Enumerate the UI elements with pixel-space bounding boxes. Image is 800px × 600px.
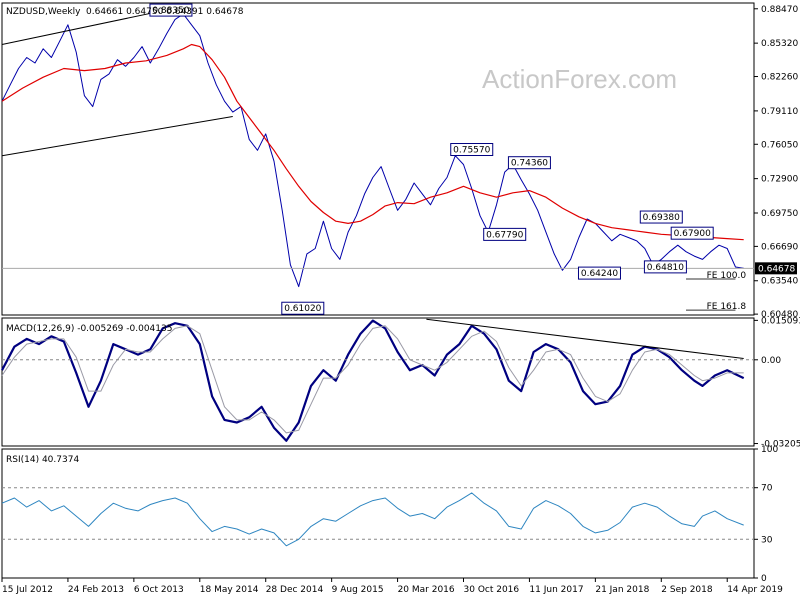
price-annotation-label: 0.67900: [674, 229, 711, 239]
price-ytick-label: 0.69750: [761, 209, 798, 219]
price-current-label: 0.64678: [758, 264, 795, 274]
x-tick-label: 2 Sep 2018: [661, 585, 713, 595]
price-title: NZDUSD,Weekly: [6, 7, 81, 17]
rsi-ytick-label: 30: [761, 535, 773, 545]
price-annotation-label: 0.74360: [511, 159, 548, 169]
rsi-frame: [1, 448, 755, 579]
x-axis: 15 Jul 2012 24 Feb 2013 6 Oct 2013 18 May 2…: [1, 578, 783, 595]
price-ytick-label: 0.79110: [761, 107, 798, 117]
macd-series-1: [1, 325, 744, 434]
x-tick-label: 14 Apr 2019: [727, 585, 783, 595]
x-tick-label: 21 Jan 2018: [595, 585, 649, 595]
macd-title: MACD(12,26,9) -0.005269 -0.004135: [6, 324, 172, 334]
fe-label: FE 100.0: [707, 271, 747, 281]
price-ytick-label: 0.76050: [761, 140, 798, 150]
price-annotation-label: 0.67790: [486, 230, 523, 240]
x-tick-label: 28 Dec 2014: [266, 585, 324, 595]
x-tick-label: 18 May 2014: [200, 585, 259, 595]
rsi-pane: 100 70 30 0: [1, 445, 778, 584]
rsi-ytick-label: 0: [761, 574, 767, 584]
fe-label: FE 161.8: [707, 302, 747, 312]
price-annotation-label: 0.64810: [647, 263, 684, 273]
x-tick-label: 24 Feb 2013: [68, 585, 124, 595]
price-ytick-label: 0.82260: [761, 73, 798, 83]
price-ytick-label: 0.66690: [761, 242, 798, 252]
macd-series-0: [1, 319, 745, 442]
price-annotation-label: 0.64240: [581, 269, 618, 279]
x-tick-label: 30 Oct 2016: [464, 585, 520, 595]
rsi-ytick-label: 100: [761, 445, 778, 455]
x-tick-label: 15 Jul 2012: [2, 585, 53, 595]
macd-frame: [1, 317, 755, 447]
nzdusd-chart: ActionForex.com 0.88470 0.85320 0.82260 0.7…: [1, 2, 800, 595]
price-ytick-label: 0.72900: [761, 175, 798, 185]
macd-ytick-label: 0.015093: [761, 316, 800, 326]
price-ohlc: 0.64661 0.64750 0.64391 0.64678: [86, 7, 244, 17]
x-tick-label: 20 Mar 2016: [398, 585, 455, 595]
price-ytick-label: 0.63540: [761, 277, 798, 287]
macd-trendline: [426, 318, 744, 359]
x-tick-label: 11 Jun 2017: [529, 585, 583, 595]
channel-lower: [1, 115, 233, 157]
price-annotation-label: 0.61020: [284, 304, 321, 314]
rsi-series-0: [1, 492, 744, 547]
x-tick-label: 9 Aug 2015: [332, 585, 384, 595]
x-tick-label: 6 Oct 2013: [134, 585, 184, 595]
price-ytick-label: 0.85320: [761, 39, 798, 49]
macd-pane: 0.0150930.00-0.032057: [1, 316, 800, 450]
price-pane: 0.88470 0.85320 0.82260 0.79110 0.76050 0.729…: [1, 2, 798, 320]
price-annotation-label: 0.69380: [643, 213, 680, 223]
rsi-title: RSI(14) 40.7374: [6, 455, 79, 465]
watermark: ActionForex.com: [482, 64, 677, 94]
price-series-0: [1, 13, 744, 288]
price-ytick-label: 0.88470: [761, 5, 798, 15]
price-annotation-label: 0.75570: [453, 146, 490, 156]
macd-ytick-label: 0.00: [761, 356, 781, 366]
rsi-ytick-label: 70: [761, 484, 773, 494]
